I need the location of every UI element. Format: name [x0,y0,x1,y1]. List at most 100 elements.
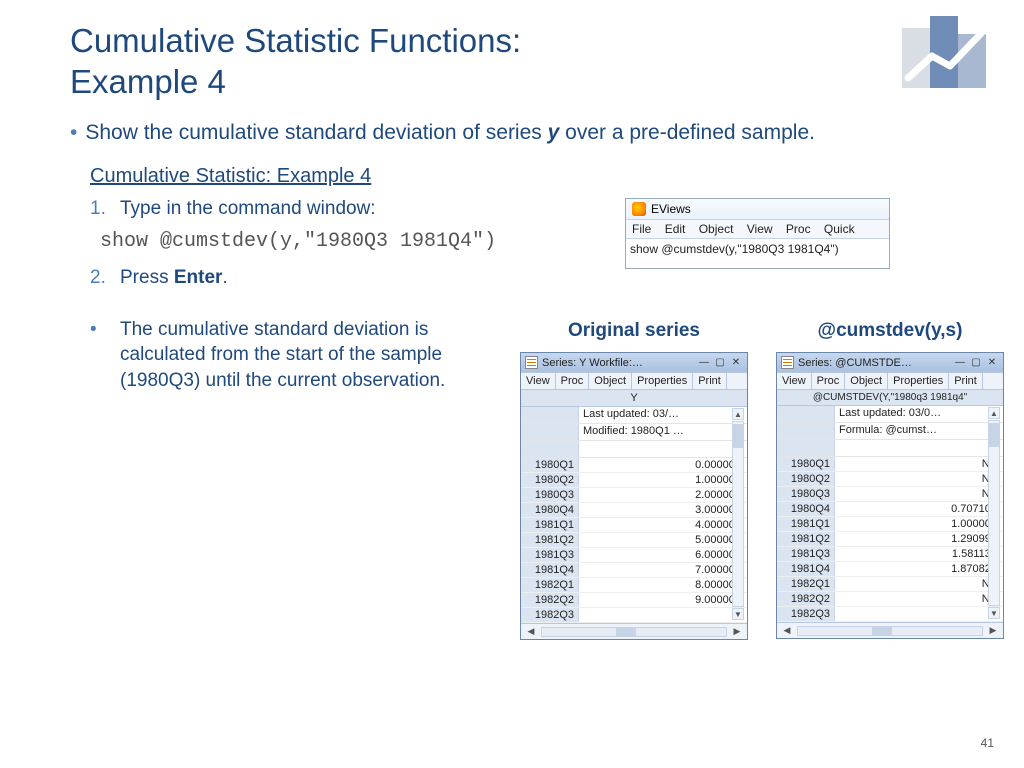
tb-object[interactable]: Object [589,373,632,389]
table-row: 1982Q3 [777,607,1003,622]
close-icon[interactable]: ✕ [729,357,743,369]
eviews-icon [632,202,646,216]
table-row: 1982Q2NA [777,592,1003,607]
tb-view[interactable]: View [521,373,556,389]
cmdwin-app-name: EViews [651,202,691,216]
table-row: 1980Q1NA [777,457,1003,472]
value-cell: 2.000000 [579,488,747,502]
tb-properties[interactable]: Properties [632,373,693,389]
horizontal-scrollbar[interactable]: ◀ ▶ [777,622,1003,638]
period-cell: 1981Q3 [777,547,835,561]
period-cell: 1982Q3 [777,607,835,621]
serwin-title: Series: @CUMSTDE… [798,357,949,369]
tb-object[interactable]: Object [845,373,888,389]
table-row: 1981Q31.581139 [777,547,1003,562]
scroll-down-icon[interactable]: ▼ [732,608,744,620]
scroll-left-icon[interactable]: ◀ [781,625,793,637]
period-cell: 1981Q4 [521,563,579,577]
period-cell: 1982Q3 [521,608,579,622]
value-cell: 1.290994 [835,532,1003,546]
minimize-icon[interactable]: — [697,357,711,369]
value-cell: 1.000000 [579,473,747,487]
cmdwin-menubar: File Edit Object View Proc Quick [626,219,889,239]
tb-print[interactable]: Print [693,373,727,389]
step-1-text: Type in the command window: [120,198,376,220]
vertical-scrollbar[interactable]: ▲ ▼ [731,407,745,623]
period-cell: 1981Q2 [777,532,835,546]
table-row: 1980Q2NA [777,472,1003,487]
table-row: 1981Q25.000000 [521,533,747,548]
value-cell: 1.581139 [835,547,1003,561]
tb-print[interactable]: Print [949,373,983,389]
period-cell: 1980Q2 [521,473,579,487]
minimize-icon[interactable]: — [953,357,967,369]
tb-proc[interactable]: Proc [812,373,846,389]
table-row: 1981Q36.000000 [521,548,747,563]
serwin-toolbar: View Proc Object Properties Print [777,372,1003,390]
scroll-down-icon[interactable]: ▼ [988,607,1000,619]
period-cell: 1980Q4 [521,503,579,517]
cmdwin-command-text[interactable]: show @cumstdev(y,"1980Q3 1981Q4") [626,239,889,268]
close-icon[interactable]: ✕ [985,357,999,369]
maximize-icon[interactable]: ▢ [969,357,983,369]
step-2: 2. Press Enter. [90,267,954,289]
table-row: 1980Q43.000000 [521,503,747,518]
tb-properties[interactable]: Properties [888,373,949,389]
explanation-bullet: • The cumulative standard deviation is c… [90,317,510,394]
menu-quick[interactable]: Quick [824,222,855,236]
period-cell: 1980Q3 [521,488,579,502]
original-series-window: Series: Y Workfile:… — ▢ ✕ View Proc Obj… [520,352,748,640]
series-icon [781,356,794,369]
original-series-label: Original series [520,320,748,342]
vertical-scrollbar[interactable]: ▲ ▼ [987,406,1001,622]
slide-title: Cumulative Statistic Functions: Example … [70,20,954,103]
value-cell: NA [835,487,1003,501]
bullet-dot: • [70,121,77,144]
menu-object[interactable]: Object [699,222,734,236]
value-cell: NA [835,577,1003,591]
serwin-title: Series: Y Workfile:… [542,357,693,369]
step-2-num: 2. [90,267,120,289]
serwin-titlebar: Series: Y Workfile:… — ▢ ✕ [521,353,747,372]
value-cell: 9.000000 [579,593,747,607]
title-line-2: Example 4 [70,61,954,102]
period-cell: 1980Q3 [777,487,835,501]
table-row: 1980Q40.707107 [777,502,1003,517]
period-cell: 1982Q1 [777,577,835,591]
scroll-left-icon[interactable]: ◀ [525,626,537,638]
tb-view[interactable]: View [777,373,812,389]
table-row: 1981Q21.290994 [777,532,1003,547]
table-row: 1982Q1NA [777,577,1003,592]
title-line-1: Cumulative Statistic Functions: [70,20,954,61]
menu-edit[interactable]: Edit [665,222,686,236]
series-meta: Last updated: 03/… Modified: 1980Q1 … [521,407,747,458]
main-bullet: •Show the cumulative standard deviation … [70,121,954,145]
scroll-right-icon[interactable]: ▶ [731,626,743,638]
table-row: 1980Q32.000000 [521,488,747,503]
value-cell: 6.000000 [579,548,747,562]
table-row: 1982Q3 [521,608,747,623]
scroll-up-icon[interactable]: ▲ [988,407,1000,419]
value-cell: 7.000000 [579,563,747,577]
value-cell: 0.000000 [579,458,747,472]
series-data-grid: 1980Q1NA1980Q2NA1980Q3NA1980Q40.70710719… [777,457,1003,622]
value-cell: 4.000000 [579,518,747,532]
scroll-right-icon[interactable]: ▶ [987,625,999,637]
table-row: 1981Q47.000000 [521,563,747,578]
tb-proc[interactable]: Proc [556,373,590,389]
maximize-icon[interactable]: ▢ [713,357,727,369]
menu-proc[interactable]: Proc [786,222,811,236]
period-cell: 1982Q1 [521,578,579,592]
scroll-up-icon[interactable]: ▲ [732,408,744,420]
cumstdev-series-window: Series: @CUMSTDE… — ▢ ✕ View Proc Object… [776,352,1004,639]
value-cell [579,608,747,622]
series-icon [525,356,538,369]
menu-view[interactable]: View [747,222,773,236]
horizontal-scrollbar[interactable]: ◀ ▶ [521,623,747,639]
value-cell: NA [835,472,1003,486]
period-cell: 1981Q2 [521,533,579,547]
series-data-grid: 1980Q10.0000001980Q21.0000001980Q32.0000… [521,458,747,623]
menu-file[interactable]: File [632,222,651,236]
period-cell: 1982Q2 [777,592,835,606]
period-cell: 1981Q4 [777,562,835,576]
